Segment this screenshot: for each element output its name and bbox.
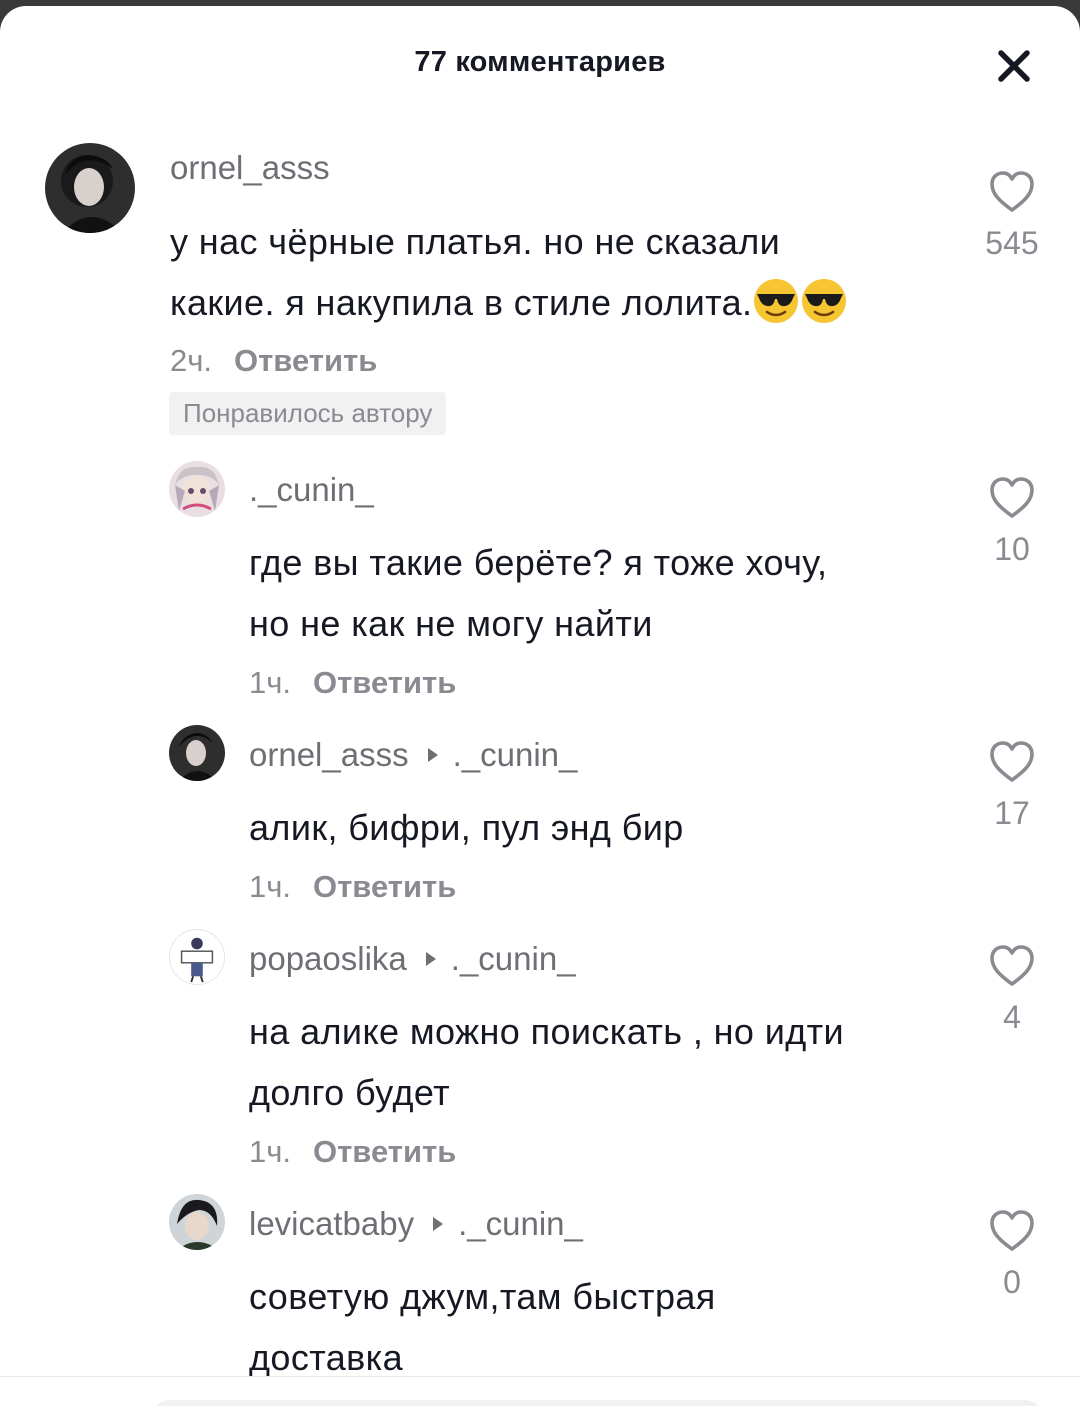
like-area: 545 (976, 170, 1048, 262)
reply-button[interactable]: Ответить (313, 869, 456, 904)
reply-arrow-icon (425, 952, 436, 966)
comment-meta: 2ч. Ответить (170, 343, 377, 379)
comment-text: алик, бифри, пул энд бир (249, 797, 684, 858)
reply-button[interactable]: Ответить (234, 343, 377, 378)
comments-count-title: 77 комментариев (414, 46, 666, 78)
comment-time: 1ч. (249, 869, 292, 904)
reply-to-username[interactable]: ._cunin_ (451, 940, 576, 978)
comment-text-line: где вы такие берёте? я тоже хочу, (249, 542, 828, 583)
heart-outline-icon[interactable] (988, 740, 1036, 784)
comment-time: 2ч. (170, 343, 213, 378)
comment-username-text: levicatbaby (249, 1205, 415, 1242)
like-count: 0 (1003, 1264, 1021, 1300)
reply-to-username[interactable]: ._cunin_ (458, 1205, 583, 1243)
close-icon (998, 50, 1030, 82)
like-area: 4 (976, 944, 1048, 1036)
user-drawing-icon (170, 930, 224, 984)
comment-username[interactable]: ornel_asss ._cunin_ (249, 736, 577, 774)
liked-by-creator-badge: Понравилось автору (169, 392, 447, 435)
comment-time: 1ч. (249, 1134, 292, 1169)
comment-input[interactable] (150, 1400, 1045, 1406)
like-count: 545 (985, 225, 1039, 261)
comment-text-line: у нас чёрные платья. но не сказали (170, 221, 781, 262)
comment-username-text: ornel_asss (249, 736, 409, 773)
like-area: 17 (976, 740, 1048, 832)
comment-text-line: алик, бифри, пул энд бир (249, 807, 684, 848)
comment-meta: 1ч. Ответить (249, 1134, 456, 1170)
heart-outline-icon[interactable] (988, 476, 1036, 520)
comments-sheet: 77 комментариев ornel_asss у нас чёрные … (0, 6, 1080, 1406)
user-photo-icon (169, 461, 225, 517)
like-area: 10 (976, 476, 1048, 568)
like-area: 0 (976, 1209, 1048, 1301)
like-count: 10 (994, 531, 1030, 567)
like-count: 4 (1003, 999, 1021, 1035)
comment-text-line: но не как не могу найти (249, 603, 653, 644)
comment-username-text: popaoslika (249, 940, 407, 977)
comment-meta: 1ч. Ответить (249, 869, 456, 905)
avatar[interactable] (169, 929, 225, 985)
avatar[interactable] (45, 143, 135, 233)
reply-arrow-icon (433, 1217, 444, 1231)
smiling-face-with-sunglasses-icon (754, 279, 799, 323)
reply-button[interactable]: Ответить (313, 665, 456, 700)
avatar[interactable] (169, 725, 225, 781)
comment-username[interactable]: ornel_asss (170, 149, 330, 187)
comment-time: 1ч. (249, 665, 292, 700)
close-button[interactable] (990, 42, 1038, 90)
smiling-face-with-sunglasses-icon (802, 279, 847, 323)
user-photo-icon (169, 1194, 225, 1250)
comment-meta: 1ч. Ответить (249, 665, 456, 701)
avatar[interactable] (169, 461, 225, 517)
avatar[interactable] (169, 1194, 225, 1250)
comment-text: советую джум,там быстрая доставка (249, 1266, 716, 1388)
comment-text: у нас чёрные платья. но не сказали какие… (170, 211, 848, 333)
comment-text-line: какие. я накупила в стиле лолита. (170, 272, 848, 333)
comment-username[interactable]: ._cunin_ (249, 471, 374, 509)
reply-arrow-icon (427, 748, 438, 762)
like-count: 17 (994, 795, 1030, 831)
comment-username[interactable]: levicatbaby ._cunin_ (249, 1205, 583, 1243)
comment-username[interactable]: popaoslika ._cunin_ (249, 940, 576, 978)
comment-text: на алике можно поискать , но идти долго … (249, 1001, 844, 1123)
comment-text-line-text: какие. я накупила в стиле лолита. (170, 282, 753, 323)
comment-text: где вы такие берёте? я тоже хочу, но не … (249, 532, 827, 654)
user-photo-icon (169, 725, 225, 781)
comment-text-line: на алике можно поискать , но идти (249, 1011, 845, 1052)
heart-outline-icon[interactable] (988, 944, 1036, 988)
comment-text-line: советую джум,там быстрая (249, 1276, 716, 1317)
comment-text-line: долго будет (249, 1072, 450, 1113)
heart-outline-icon[interactable] (988, 1209, 1036, 1253)
reply-button[interactable]: Ответить (313, 1134, 456, 1169)
reply-to-username[interactable]: ._cunin_ (453, 736, 578, 774)
heart-outline-icon[interactable] (988, 170, 1036, 214)
user-photo-icon (45, 143, 135, 233)
